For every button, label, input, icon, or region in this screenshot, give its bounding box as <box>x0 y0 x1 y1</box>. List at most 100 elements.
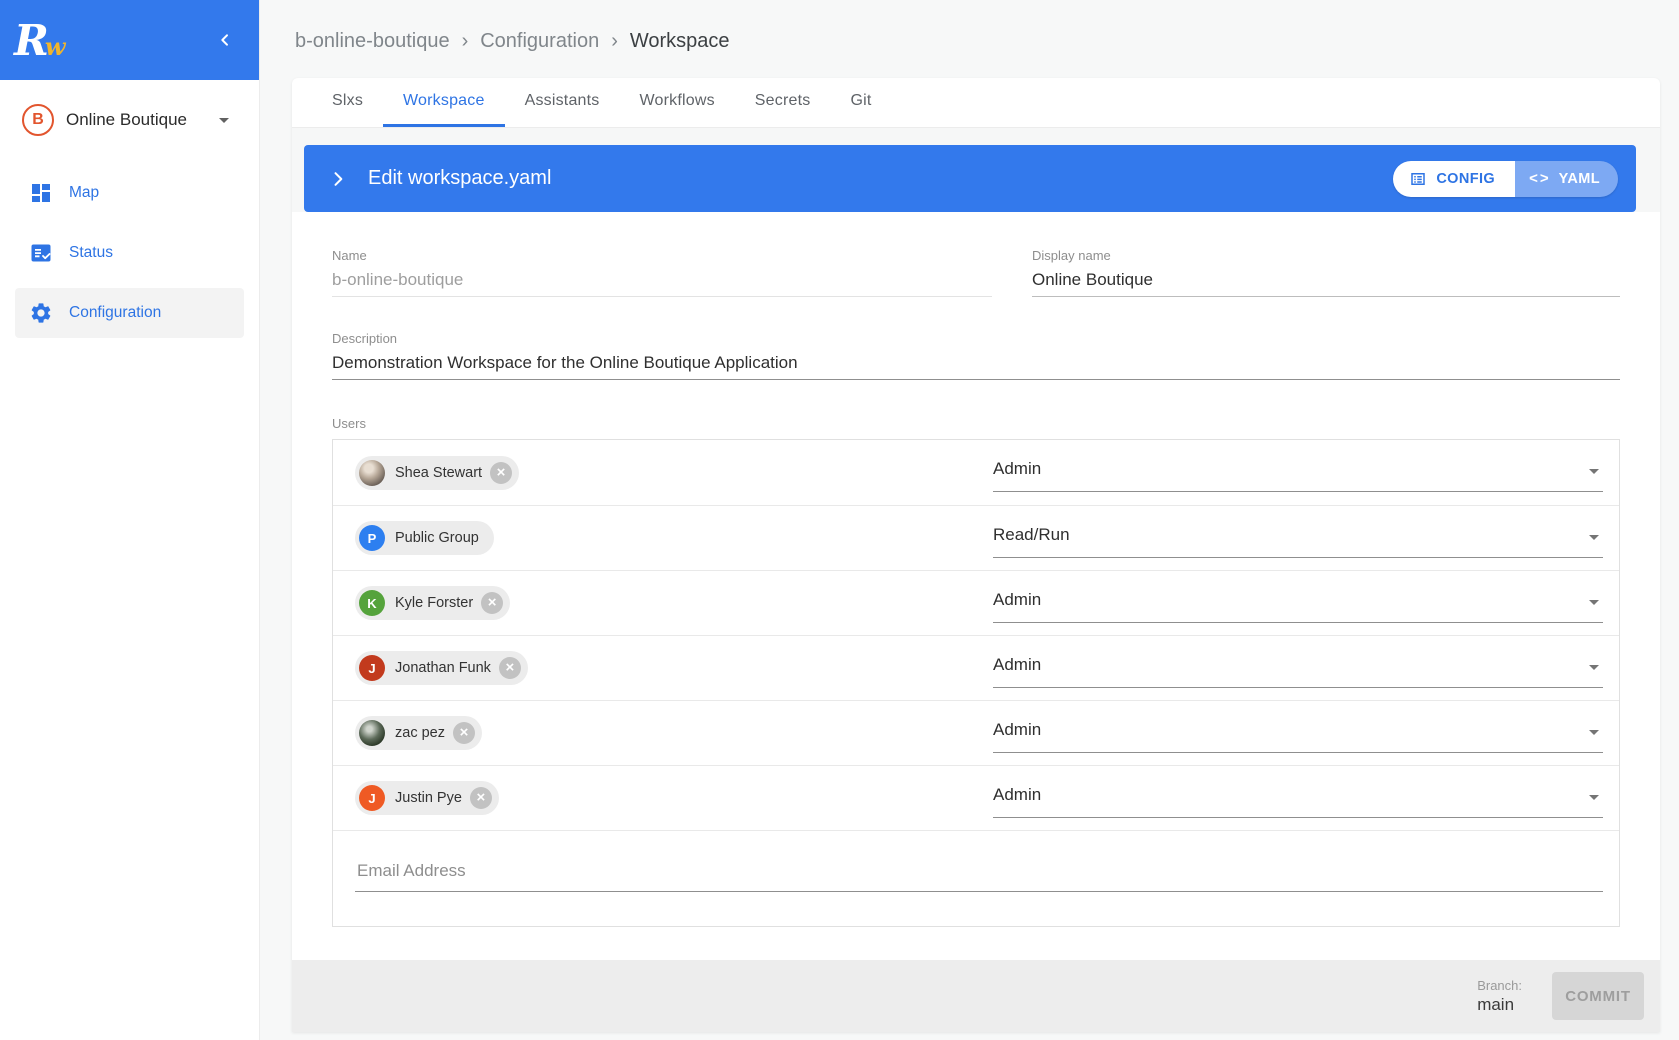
remove-user-icon[interactable]: × <box>470 787 492 809</box>
user-row: zac pez × Admin <box>333 700 1619 765</box>
role-value: Read/Run <box>993 519 1603 545</box>
sidebar-item-label: Status <box>69 244 113 262</box>
edit-workspace-banner: Edit workspace.yaml CONFIG <> YAML <box>304 145 1636 212</box>
user-name: Public Group <box>395 530 479 546</box>
breadcrumb-separator: › <box>462 30 469 53</box>
remove-user-icon[interactable]: × <box>499 657 521 679</box>
logo-r-glyph: R <box>14 16 49 65</box>
user-row: J Justin Pye × Admin <box>333 765 1619 830</box>
user-chip-public-group[interactable]: P Public Group × <box>355 521 494 555</box>
status-checklist-icon <box>29 241 53 265</box>
sidebar-item-label: Map <box>69 184 99 202</box>
sidebar-item-status[interactable]: Status <box>15 228 244 278</box>
dropdown-caret-icon <box>1589 600 1599 605</box>
user-chip-zac-pez[interactable]: zac pez × <box>355 716 482 750</box>
breadcrumb-separator: › <box>611 30 618 53</box>
sidebar-item-configuration[interactable]: Configuration <box>15 288 244 338</box>
dropdown-caret-icon <box>1589 665 1599 670</box>
user-chip-jonathan-funk[interactable]: J Jonathan Funk × <box>355 651 528 685</box>
avatar: J <box>359 785 385 811</box>
dropdown-caret-icon <box>1589 795 1599 800</box>
display-name-field-label: Display name <box>1032 248 1620 263</box>
user-row: J Jonathan Funk × Admin <box>333 635 1619 700</box>
user-name: Kyle Forster <box>395 595 473 611</box>
tab-bar: Slxs Workspace Assistants Workflows Secr… <box>292 78 1660 128</box>
tab-assistants[interactable]: Assistants <box>505 78 620 127</box>
yaml-view-button[interactable]: <> YAML <box>1515 161 1618 197</box>
description-field[interactable] <box>332 353 1620 380</box>
gear-icon <box>29 301 53 325</box>
tab-workflows[interactable]: Workflows <box>620 78 735 127</box>
expand-chevron-right-icon[interactable] <box>328 169 348 189</box>
sidebar-header: Rw <box>0 0 259 80</box>
config-view-label: CONFIG <box>1436 171 1495 187</box>
role-select[interactable]: Admin <box>993 453 1603 492</box>
workspace-selector[interactable]: B Online Boutique <box>0 98 259 142</box>
tab-secrets[interactable]: Secrets <box>735 78 831 127</box>
branch-info: Branch: main <box>1477 978 1522 1015</box>
map-dashboard-icon <box>29 181 53 205</box>
avatar: J <box>359 655 385 681</box>
role-value: Admin <box>993 649 1603 675</box>
chevron-left-icon <box>217 32 233 48</box>
sidebar-item-label: Configuration <box>69 304 161 322</box>
description-field-label: Description <box>332 331 1620 346</box>
role-select[interactable]: Read/Run <box>993 519 1603 558</box>
view-mode-toggle: CONFIG <> YAML <box>1393 161 1618 197</box>
user-row: P Public Group × Read/Run <box>333 505 1619 570</box>
sidebar-collapse-button[interactable] <box>213 28 237 52</box>
user-chip-justin-pye[interactable]: J Justin Pye × <box>355 781 499 815</box>
app-logo: Rw <box>14 16 66 65</box>
breadcrumb-item-current: Workspace <box>630 30 730 53</box>
role-value: Admin <box>993 584 1603 610</box>
remove-user-icon[interactable]: × <box>481 592 503 614</box>
sidebar: Rw B Online Boutique Map Status Configur… <box>0 0 260 1040</box>
workspace-avatar: B <box>22 104 54 136</box>
user-row: Shea Stewart × Admin <box>333 440 1619 505</box>
role-select[interactable]: Admin <box>993 779 1603 818</box>
users-list: Shea Stewart × Admin P Public Group × Re… <box>332 439 1620 927</box>
role-select[interactable]: Admin <box>993 649 1603 688</box>
user-name: zac pez <box>395 725 445 741</box>
config-view-button[interactable]: CONFIG <box>1393 161 1515 197</box>
sidebar-item-map[interactable]: Map <box>15 168 244 218</box>
name-field-label: Name <box>332 248 992 263</box>
commit-bar: Branch: main COMMIT <box>292 960 1660 1032</box>
workspace-name: Online Boutique <box>66 110 187 130</box>
yaml-view-label: YAML <box>1559 171 1600 187</box>
role-value: Admin <box>993 779 1603 805</box>
sidebar-nav: Map Status Configuration <box>0 168 259 338</box>
configuration-card: Slxs Workspace Assistants Workflows Secr… <box>292 78 1660 1032</box>
add-user-row <box>333 830 1619 926</box>
dropdown-caret-icon <box>1589 469 1599 474</box>
remove-user-icon[interactable]: × <box>490 462 512 484</box>
breadcrumb-item-configuration[interactable]: Configuration <box>480 30 599 53</box>
avatar <box>359 460 385 486</box>
logo-w-glyph: w <box>45 32 66 61</box>
avatar: P <box>359 525 385 551</box>
tab-workspace[interactable]: Workspace <box>383 78 505 127</box>
config-list-icon <box>1409 170 1427 188</box>
workspace-form: Name Display name Description Users Shea… <box>292 212 1660 927</box>
breadcrumb-item-workspace-id[interactable]: b-online-boutique <box>295 30 450 53</box>
avatar: K <box>359 590 385 616</box>
role-select[interactable]: Admin <box>993 714 1603 753</box>
user-chip-shea-stewart[interactable]: Shea Stewart × <box>355 456 519 490</box>
chevron-down-icon <box>219 118 229 123</box>
tab-git[interactable]: Git <box>830 78 891 127</box>
name-field <box>332 270 992 297</box>
remove-user-icon[interactable]: × <box>453 722 475 744</box>
user-chip-kyle-forster[interactable]: K Kyle Forster × <box>355 586 510 620</box>
users-section-label: Users <box>332 416 1620 431</box>
avatar <box>359 720 385 746</box>
role-value: Admin <box>993 714 1603 740</box>
email-address-input[interactable] <box>355 861 1603 892</box>
code-brackets-icon: <> <box>1529 170 1551 187</box>
display-name-field[interactable] <box>1032 270 1620 297</box>
role-select[interactable]: Admin <box>993 584 1603 623</box>
dropdown-caret-icon <box>1589 535 1599 540</box>
user-name: Jonathan Funk <box>395 660 491 676</box>
tab-slxs[interactable]: Slxs <box>312 78 383 127</box>
commit-button[interactable]: COMMIT <box>1552 972 1644 1020</box>
branch-label: Branch: <box>1477 978 1522 993</box>
